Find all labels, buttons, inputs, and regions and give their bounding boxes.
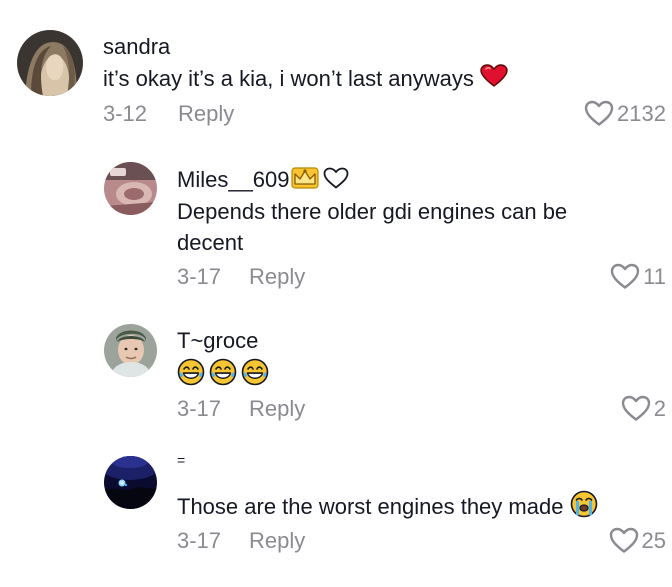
like-button[interactable]: 2	[621, 395, 666, 422]
comment-text: it’s okay it’s a kia, i won’t last anywa…	[103, 63, 583, 96]
red-heart-emoji-icon	[480, 64, 508, 96]
like-count: 11	[643, 263, 666, 289]
comment-date: 3-17	[177, 528, 222, 553]
comment-username[interactable]: T~groce	[177, 328, 258, 354]
like-button[interactable]: 25	[609, 527, 666, 554]
avatar[interactable]	[104, 162, 157, 215]
comment-text-content: Those are the worst engines they made	[177, 493, 564, 519]
reply-button[interactable]: Reply	[249, 528, 305, 554]
reply-button[interactable]: Reply	[249, 396, 305, 422]
comment-text: Those are the worst engines they made	[177, 490, 657, 526]
reply-button[interactable]: Reply	[178, 101, 234, 127]
comment-username: Miles__609	[177, 166, 350, 196]
like-count: 2	[653, 395, 666, 421]
tears-of-joy-emoji-icon	[177, 358, 273, 394]
comment-text-content: it’s okay it’s a kia, i won’t last anywa…	[103, 66, 474, 91]
like-button[interactable]: 11	[610, 263, 666, 290]
heart-outline-icon	[621, 395, 650, 421]
comment-username-text[interactable]: Miles__609	[177, 167, 290, 192]
like-count: 25	[641, 527, 666, 553]
avatar[interactable]	[104, 456, 157, 509]
heart-outline-icon	[609, 527, 638, 553]
comment-date: 3-17	[177, 396, 222, 421]
crown-badge-icon	[290, 166, 320, 196]
like-count: 2132	[617, 100, 666, 126]
comment-username[interactable]: =	[177, 447, 185, 473]
avatar[interactable]	[104, 324, 157, 377]
avatar[interactable]	[17, 30, 83, 96]
reply-button[interactable]: Reply	[249, 264, 305, 290]
heart-outline-icon	[322, 166, 350, 196]
comment-date: 3-12	[103, 101, 148, 126]
loudly-crying-face-emoji-icon	[570, 490, 598, 526]
heart-outline-icon	[584, 100, 614, 126]
comment-text: Depends there older gdi engines can be d…	[177, 199, 568, 255]
comment-date: 3-17	[177, 264, 222, 289]
comment-text: 😂😂😂	[177, 356, 477, 387]
comment-username[interactable]: sandra	[103, 34, 170, 60]
heart-outline-icon	[610, 263, 640, 289]
like-button[interactable]: 2132	[584, 100, 666, 127]
